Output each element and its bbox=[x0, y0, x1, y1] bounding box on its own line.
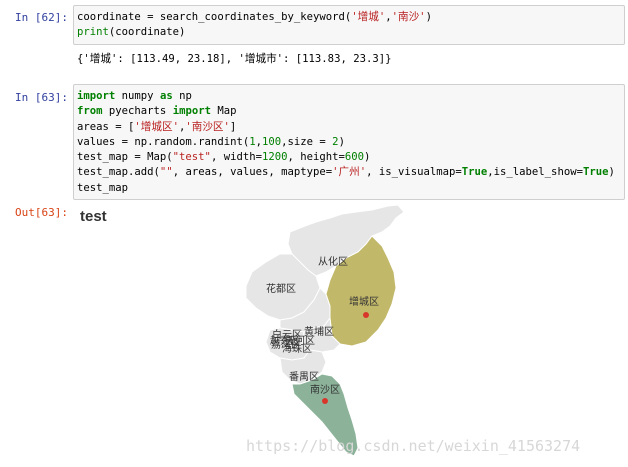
label-zengcheng: 增城区 bbox=[349, 295, 379, 308]
label-haizhu: 海珠区 bbox=[282, 342, 312, 355]
label-conghua: 从化区 bbox=[318, 255, 348, 268]
marker-zengcheng[interactable] bbox=[363, 312, 369, 318]
guangzhou-map: 从化区 花都区 增城区 黄埔区 白云区 越秀区 荔湾区 天河区 海珠区 番禺区 … bbox=[245, 204, 405, 457]
watermark: https://blog.csdn.net/weixin_41563274 bbox=[246, 437, 581, 455]
label-panyu: 番禺区 bbox=[289, 371, 319, 383]
label-huadu: 花都区 bbox=[266, 282, 296, 295]
marker-nansha[interactable] bbox=[322, 398, 328, 404]
label-nansha: 南沙区 bbox=[310, 383, 340, 396]
